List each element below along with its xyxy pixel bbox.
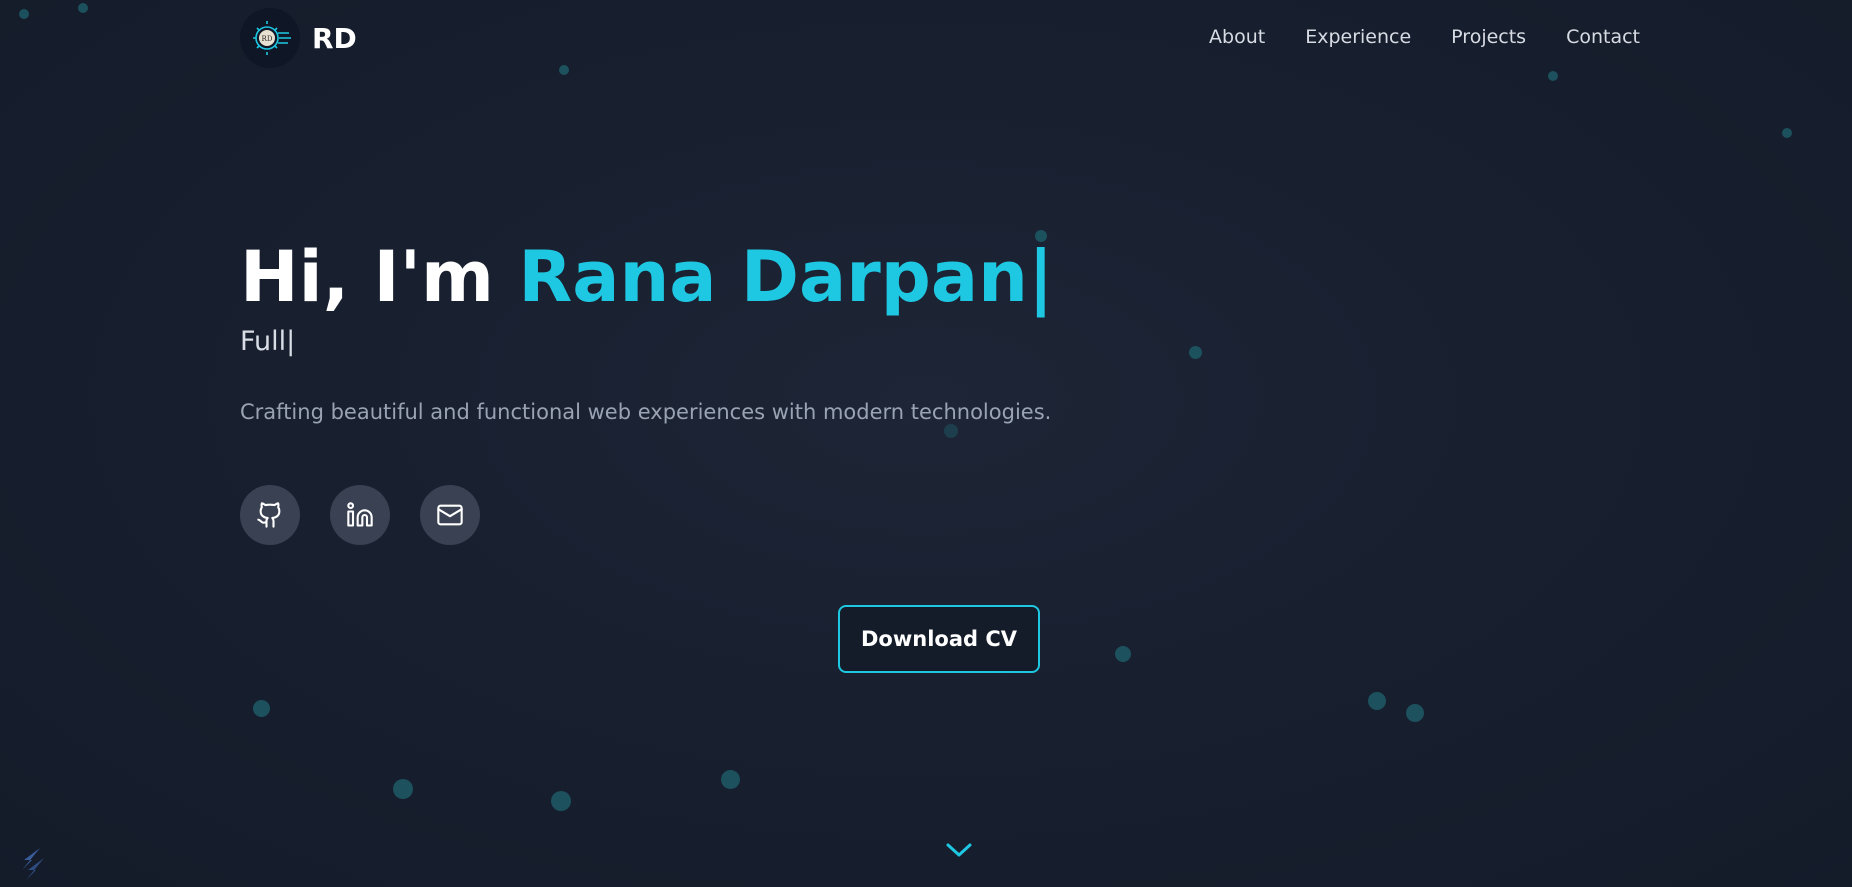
github-link[interactable]	[240, 485, 300, 545]
mail-icon	[437, 504, 463, 526]
hero-tagline: Crafting beautiful and functional web ex…	[240, 400, 1052, 424]
particle	[944, 424, 958, 438]
gear-logo-icon: RD	[253, 21, 291, 55]
particle	[721, 770, 740, 789]
hero-headline: Hi, I'm Rana Darpan|	[240, 230, 1240, 324]
particle	[1115, 646, 1131, 662]
linkedin-icon	[347, 502, 373, 527]
gear-circuit-logo: RD	[240, 8, 300, 68]
download-cv-button[interactable]: Download CV	[838, 605, 1040, 673]
particle	[1782, 128, 1792, 138]
particle	[253, 700, 270, 717]
hero-role-typing: Full|	[240, 326, 296, 357]
brand-name: RD	[312, 21, 357, 55]
bolt-stack-icon	[22, 848, 44, 880]
particle	[1406, 704, 1424, 722]
social-links	[240, 485, 480, 545]
nav-link-about[interactable]: About	[1209, 26, 1265, 48]
navbar: RD RD About Experience Projects Contact	[0, 0, 1852, 78]
nav-link-experience[interactable]: Experience	[1305, 26, 1411, 48]
particle	[551, 791, 571, 811]
hero-name: Rana Darpan|	[518, 236, 1054, 318]
github-icon	[257, 502, 281, 528]
scroll-down-button[interactable]	[944, 838, 974, 862]
svg-text:RD: RD	[262, 35, 273, 43]
chevron-down-icon	[946, 843, 972, 857]
nav-links: About Experience Projects Contact	[1209, 26, 1640, 48]
particle	[393, 779, 413, 799]
linkedin-link[interactable]	[330, 485, 390, 545]
nav-link-contact[interactable]: Contact	[1566, 26, 1640, 48]
particle-background	[0, 0, 1852, 887]
corner-badge-icon[interactable]	[18, 846, 48, 882]
particle	[1368, 692, 1386, 710]
brand[interactable]: RD RD	[240, 8, 357, 68]
hero-greeting: Hi, I'm	[240, 236, 519, 318]
nav-link-projects[interactable]: Projects	[1451, 26, 1526, 48]
email-link[interactable]	[420, 485, 480, 545]
hero-section: Hi, I'm Rana Darpan| Full| Crafting beau…	[240, 230, 1240, 424]
